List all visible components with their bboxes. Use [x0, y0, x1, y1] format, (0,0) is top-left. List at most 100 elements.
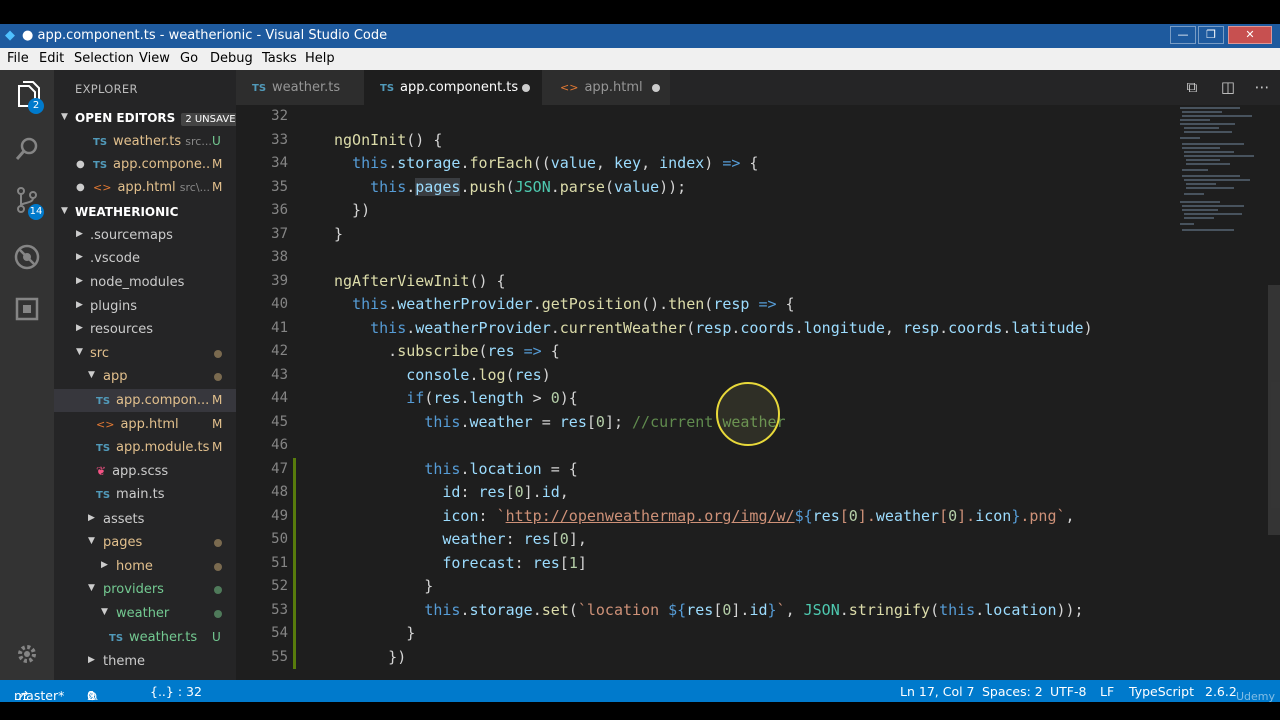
- editor-tabs: TS weather.ts TS app.component.ts <> app.ht…: [236, 70, 1280, 105]
- menu-selection[interactable]: Selection: [74, 51, 134, 66]
- code-line: ngOnInit() {: [334, 130, 443, 149]
- tree-folder[interactable]: ▶ .vscode: [54, 247, 236, 270]
- line-ending[interactable]: LF: [1100, 684, 1114, 699]
- open-editor-name: app.html: [117, 180, 176, 195]
- tree-label: .vscode: [90, 251, 140, 266]
- git-status: M: [212, 157, 223, 171]
- typescript-file-icon: TS: [93, 160, 108, 171]
- project-header[interactable]: ▼ WEATHERIONIC: [54, 201, 236, 224]
- scrollbar-thumb[interactable]: [1268, 285, 1280, 535]
- indentation[interactable]: Spaces: 2: [982, 684, 1043, 699]
- open-editors-header[interactable]: ▼ OPEN EDITORS 2 UNSAVED: [54, 107, 248, 130]
- line-number: 36: [271, 202, 288, 218]
- tree-label: theme: [103, 654, 145, 669]
- tree-folder[interactable]: ▶ home: [54, 555, 236, 578]
- menu-tasks[interactable]: Tasks: [262, 51, 297, 66]
- html-file-icon: <>: [96, 418, 115, 431]
- tab-label: weather.ts: [272, 80, 341, 95]
- typescript-file-icon: TS: [93, 137, 108, 148]
- menu-go[interactable]: Go: [180, 51, 198, 66]
- dirty-dot-icon[interactable]: [652, 84, 660, 92]
- explorer-badge: 2: [28, 98, 44, 114]
- tree-folder[interactable]: ▶ .sourcemaps: [54, 224, 236, 247]
- tree-file-selected[interactable]: TS app.compon... M: [54, 389, 236, 412]
- line-number: 41: [271, 319, 288, 336]
- tree-file[interactable]: TS weather.ts U: [54, 626, 236, 649]
- code-line: }): [334, 647, 407, 666]
- tree-folder[interactable]: ▶ assets: [54, 508, 236, 531]
- settings-gear-icon[interactable]: [9, 636, 45, 672]
- split-editor-icon[interactable]: ◫: [1218, 78, 1238, 98]
- language-mode[interactable]: TypeScript: [1129, 684, 1194, 699]
- tree-folder[interactable]: ▼ weather: [54, 602, 236, 625]
- extensions-icon[interactable]: [9, 291, 45, 327]
- tree-folder[interactable]: ▶ theme: [54, 650, 236, 673]
- line-number: 45: [271, 413, 288, 430]
- open-editors-label: OPEN EDITORS: [75, 111, 176, 125]
- scm-badge: 14: [28, 204, 44, 220]
- cursor-position[interactable]: Ln 17, Col 7: [900, 684, 975, 699]
- git-status: M: [212, 417, 223, 431]
- tree-file[interactable]: <> app.html M: [54, 413, 236, 436]
- tree-folder[interactable]: ▶ resources: [54, 318, 236, 341]
- chevron-down-icon: ▼: [101, 607, 108, 617]
- tab-app-component-ts[interactable]: TS app.component.ts: [364, 70, 542, 105]
- code-line: ngAfterViewInit() {: [334, 271, 506, 290]
- untracked-dot-icon: [214, 610, 222, 618]
- typescript-file-icon: TS: [96, 396, 111, 407]
- minimize-button[interactable]: —: [1170, 26, 1196, 44]
- window-title: ● app.component.ts - weatherionic - Visu…: [22, 28, 388, 43]
- debug-icon[interactable]: [9, 239, 45, 275]
- tab-weather-ts[interactable]: TS weather.ts: [236, 70, 364, 105]
- search-icon[interactable]: [9, 131, 45, 167]
- menu-view[interactable]: View: [139, 51, 170, 66]
- chevron-right-icon: ▶: [88, 655, 95, 665]
- html-file-icon: <>: [93, 181, 112, 194]
- tree-file[interactable]: ❦ app.scss: [54, 460, 236, 483]
- vertical-scrollbar[interactable]: [1268, 105, 1280, 680]
- tree-folder[interactable]: ▼ providers: [54, 578, 236, 601]
- chevron-right-icon: ▶: [101, 560, 108, 570]
- menu-help[interactable]: Help: [305, 51, 335, 66]
- tree-folder[interactable]: ▼ app: [54, 365, 236, 388]
- tree-label: assets: [103, 512, 145, 527]
- line-number: 47: [271, 460, 288, 477]
- code-line: }: [334, 224, 344, 243]
- open-changes-icon[interactable]: ⧉: [1182, 78, 1202, 98]
- untracked-dot-icon: [214, 586, 222, 594]
- code-line: }): [334, 201, 371, 219]
- more-actions-icon[interactable]: ⋯: [1252, 78, 1272, 98]
- line-number: 43: [271, 366, 288, 383]
- tree-folder[interactable]: ▶ plugins: [54, 295, 236, 318]
- code-line: if(res.length > 0){: [406, 389, 578, 407]
- encoding[interactable]: UTF-8: [1050, 684, 1086, 699]
- tree-file[interactable]: TS app.module.ts M: [54, 436, 236, 459]
- typescript-file-icon: TS: [96, 490, 111, 501]
- close-button[interactable]: ✕: [1228, 26, 1272, 44]
- tree-label: plugins: [90, 299, 137, 314]
- restore-button[interactable]: ❐: [1198, 26, 1224, 44]
- menu-file[interactable]: File: [7, 51, 29, 66]
- tree-folder[interactable]: ▼ src: [54, 342, 236, 365]
- breadcrumb[interactable]: {..} : 32: [150, 684, 202, 699]
- tree-file[interactable]: TS main.ts: [54, 483, 236, 506]
- tree-folder[interactable]: ▶ node_modules: [54, 271, 236, 294]
- code-line: this.weatherProvider.getPosition().then(…: [352, 295, 795, 313]
- open-editor-item[interactable]: ● <> app.html src\... M: [54, 176, 236, 199]
- tab-label: app.component.ts: [400, 80, 519, 95]
- menu-edit[interactable]: Edit: [39, 51, 64, 66]
- dirty-dot-icon[interactable]: [522, 84, 530, 92]
- tree-label: src: [90, 346, 109, 361]
- open-editor-item[interactable]: TS weather.ts src... U: [54, 130, 236, 153]
- code-line: this.pages.push(JSON.parse(value));: [370, 177, 687, 196]
- menu-debug[interactable]: Debug: [210, 51, 253, 66]
- open-editor-item[interactable]: ● TS app.compone.. M: [54, 153, 236, 176]
- tab-app-html[interactable]: <> app.html: [542, 70, 670, 105]
- typescript-version[interactable]: 2.6.2: [1205, 684, 1237, 699]
- tree-folder[interactable]: ▼ pages: [54, 531, 236, 554]
- vscode-logo-icon: ◆: [5, 28, 15, 43]
- tree-label: app.module.ts: [116, 440, 210, 455]
- line-number: 48: [271, 484, 288, 500]
- typescript-file-icon: TS: [252, 83, 267, 94]
- minimap[interactable]: [1178, 105, 1268, 245]
